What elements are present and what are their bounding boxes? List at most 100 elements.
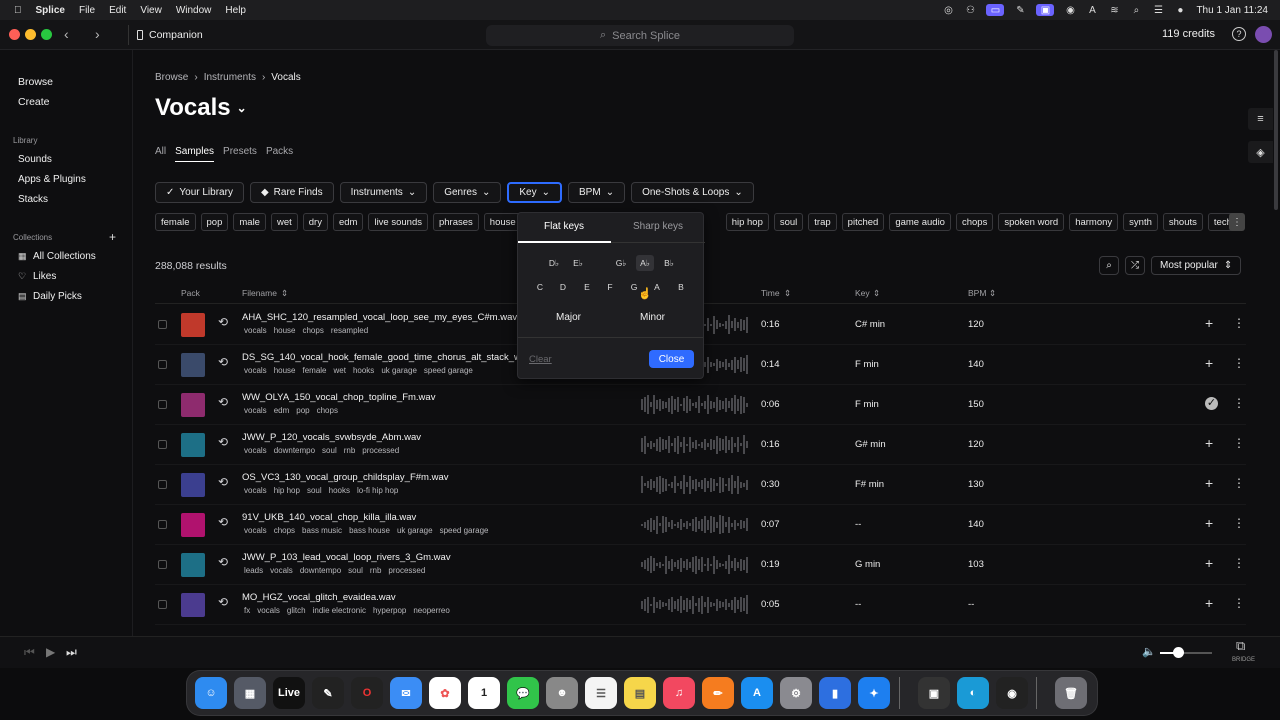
more-options-icon[interactable]: ⋮ — [1233, 356, 1245, 370]
sample-tag[interactable]: uk garage — [381, 366, 417, 375]
menu-file[interactable]: File — [79, 5, 95, 16]
volume-slider-handle[interactable] — [1173, 647, 1184, 658]
menu-help[interactable]: Help — [225, 5, 246, 16]
key-g-flat[interactable]: G♭ — [612, 255, 630, 271]
record-icon[interactable]: ◉ — [1064, 4, 1076, 16]
sample-tag[interactable]: bass music — [302, 526, 342, 535]
sample-tag[interactable]: wet — [334, 366, 346, 375]
sample-tag[interactable]: vocals — [244, 526, 267, 535]
row-checkbox[interactable] — [158, 600, 167, 609]
sample-tag[interactable]: processed — [388, 566, 425, 575]
browser-app-icon[interactable]: ◐ — [957, 677, 989, 709]
music-icon[interactable]: ♫ — [663, 677, 695, 709]
sample-tag[interactable]: vocals — [244, 366, 267, 375]
row-checkbox[interactable] — [158, 560, 167, 569]
back-arrow-icon[interactable]: ‹ — [64, 26, 69, 42]
instruments-filter[interactable]: Instruments ⌄ — [339, 182, 428, 203]
sample-tag[interactable]: house — [274, 326, 296, 335]
sample-tag[interactable]: downtempo — [274, 446, 315, 455]
sample-filename[interactable]: JWW_P_120_vocals_svwbsyde_Abm.wav — [242, 432, 421, 443]
bpm-filter[interactable]: BPM ⌄ — [568, 182, 626, 203]
pack-artwork[interactable] — [181, 473, 205, 497]
opera-icon[interactable]: O — [351, 677, 383, 709]
tab-all[interactable]: All — [155, 146, 166, 162]
row-checkbox[interactable] — [158, 400, 167, 409]
people-icon[interactable]: ⚇ — [964, 4, 976, 16]
sample-filename[interactable]: AHA_SHC_120_resampled_vocal_loop_see_my_… — [242, 312, 517, 323]
sample-tag[interactable]: soul — [348, 566, 363, 575]
sample-tag[interactable]: speed garage — [424, 366, 473, 375]
sample-tag[interactable]: edm — [274, 406, 290, 415]
minor-toggle[interactable]: Minor — [640, 312, 665, 323]
siri-icon[interactable]: ● — [1174, 4, 1186, 16]
sample-tag[interactable]: fx — [244, 606, 250, 615]
key-b-flat[interactable]: B♭ — [660, 255, 678, 271]
table-row[interactable]: ⟲ WW_OLYA_150_vocal_chop_topline_Fm.wav vo… — [155, 385, 1246, 425]
sample-filename[interactable]: 91V_UKB_140_vocal_chop_killa_illa.wav — [242, 512, 416, 523]
sketch-icon[interactable]: ✏ — [702, 677, 734, 709]
table-row[interactable]: ⟲ OS_VC3_130_vocal_group_childsplay_F#m.w… — [155, 465, 1246, 505]
sample-tag[interactable]: chops — [317, 406, 338, 415]
skip-forward-icon[interactable]: ⏭ — [66, 645, 77, 660]
table-row[interactable]: ⟲ MO_HGZ_vocal_glitch_evaidea.wav fx vocals… — [155, 585, 1246, 625]
tag-chip[interactable]: house — [483, 213, 522, 231]
sample-tag[interactable]: hyperpop — [373, 606, 406, 615]
help-icon[interactable]: ? — [1232, 27, 1246, 41]
sample-tag[interactable]: vocals — [244, 446, 267, 455]
sidebar-item-likes[interactable]: Likes — [33, 271, 56, 282]
minimize-window-icon[interactable] — [25, 29, 36, 40]
safari-icon[interactable]: ✦ — [858, 677, 890, 709]
tag-chip[interactable]: spoken word — [998, 213, 1065, 231]
pack-artwork[interactable] — [181, 353, 205, 377]
row-checkbox[interactable] — [158, 440, 167, 449]
forward-arrow-icon[interactable]: › — [95, 26, 100, 42]
breadcrumb-browse[interactable]: Browse — [155, 72, 188, 83]
notes-icon[interactable]: ▤ — [624, 677, 656, 709]
sample-tag[interactable]: soul — [322, 446, 337, 455]
tag-chip[interactable]: soul — [773, 213, 804, 231]
photos-icon[interactable]: ✿ — [429, 677, 461, 709]
key-c[interactable]: C — [531, 279, 549, 295]
contacts-icon[interactable]: ☻ — [546, 677, 578, 709]
scrollbar[interactable] — [1274, 50, 1278, 210]
clear-button[interactable]: Clear — [529, 354, 552, 365]
window-icon[interactable]: ▣ — [1036, 4, 1055, 16]
shapes-icon[interactable]: ◈ — [1248, 141, 1273, 163]
search-icon[interactable]: ⌕ — [1099, 256, 1119, 275]
tag-chip[interactable]: dry — [302, 213, 328, 231]
avatar[interactable] — [1255, 26, 1272, 43]
table-row[interactable]: ⟲ JWW_P_120_vocals_svwbsyde_Abm.wav vocals… — [155, 425, 1246, 465]
control-icon[interactable]: ◎ — [942, 4, 954, 16]
companion-button[interactable]: Companion — [128, 25, 213, 45]
column-time[interactable]: Time — [761, 288, 780, 298]
tag-chip[interactable]: harmony — [1069, 213, 1119, 231]
menu-window[interactable]: Window — [176, 5, 212, 16]
sidebar-item-sounds[interactable]: Sounds — [18, 154, 52, 165]
more-options-icon[interactable]: ⋮ — [1233, 596, 1245, 610]
waveform[interactable] — [641, 435, 751, 455]
tab-flat-keys[interactable]: Flat keys — [544, 221, 584, 232]
tag-chip[interactable]: shouts — [1162, 213, 1203, 231]
search-input[interactable]: ⌕ Search Splice — [486, 25, 794, 46]
tag-chip[interactable]: synth — [1123, 213, 1158, 231]
reminders-icon[interactable]: ☰ — [585, 677, 617, 709]
sample-tag[interactable]: female — [302, 366, 326, 375]
sidebar-item-stacks[interactable]: Stacks — [18, 194, 48, 205]
utility-app-icon[interactable]: ▮ — [819, 677, 851, 709]
tag-chip[interactable]: hip hop — [725, 213, 769, 231]
more-options-icon[interactable]: ⋮ — [1233, 556, 1245, 570]
add-icon[interactable]: + — [1205, 555, 1213, 571]
calendar-icon[interactable]: 1 — [468, 677, 500, 709]
row-checkbox[interactable] — [158, 360, 167, 369]
key-b[interactable]: B — [672, 279, 690, 295]
sample-tag[interactable]: rnb — [370, 566, 382, 575]
sidebar-item-create[interactable]: Create — [18, 96, 50, 108]
sample-tag[interactable]: hip hop — [274, 486, 300, 495]
credits-count[interactable]: 119 credits — [1162, 28, 1215, 40]
row-checkbox[interactable] — [158, 320, 167, 329]
play-icon[interactable]: ▶ — [46, 645, 55, 659]
column-filename[interactable]: Filename — [242, 288, 277, 298]
add-icon[interactable]: + — [1205, 355, 1213, 371]
pack-artwork[interactable] — [181, 393, 205, 417]
obs-icon[interactable]: ◉ — [996, 677, 1028, 709]
